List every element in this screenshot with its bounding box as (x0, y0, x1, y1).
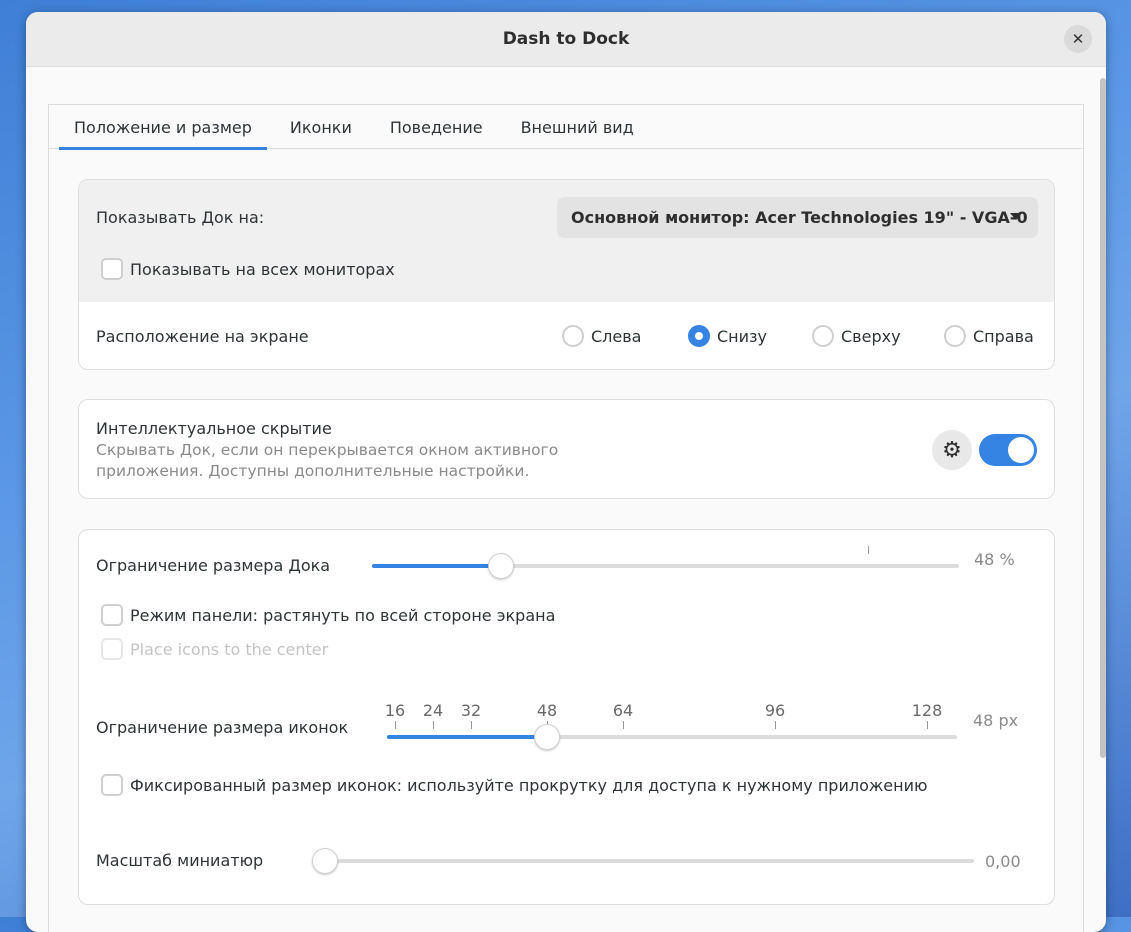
center-icons-checkbox[interactable] (101, 638, 123, 660)
tab-notebook: Положение и размер Иконки Поведение Внеш… (48, 104, 1084, 932)
tab-label: Иконки (289, 117, 352, 137)
preview-scale-label: Масштаб миниатюр (96, 851, 264, 870)
preview-scale-value: 0,00 (985, 852, 1021, 871)
subtitle-line: Скрывать Док, если он перекрывается окно… (96, 441, 559, 459)
center-icons-label[interactable]: Place icons to the center (130, 640, 328, 659)
preview-scale-slider[interactable] (312, 848, 974, 874)
intellihide-toggle[interactable] (979, 434, 1037, 466)
radio-top[interactable] (812, 325, 834, 347)
icon-size-value: 48 px (973, 711, 1019, 730)
close-icon: ✕ (1071, 30, 1085, 48)
gear-icon: ⚙ (942, 437, 962, 463)
tab-label: Положение и размер (74, 117, 252, 137)
icon-size-tick (623, 721, 624, 729)
icon-size-mark-label: 48 (536, 701, 558, 720)
icon-size-fill (387, 735, 547, 739)
monitor-label: Показывать Док на: (96, 208, 265, 227)
icon-size-handle[interactable] (534, 724, 560, 750)
dock-size-value: 48 % (974, 550, 1015, 569)
radio-top-label[interactable]: Сверху (841, 327, 901, 346)
fixed-icon-size-checkbox[interactable] (101, 774, 123, 796)
position-label: Расположение на экране (96, 327, 309, 346)
radio-bottom-label[interactable]: Снизу (717, 327, 767, 346)
monitor-position-card: Показывать Док на: Основной монитор: Ace… (78, 179, 1055, 370)
dock-size-label: Ограничение размера Дока (96, 556, 331, 575)
monitor-dropdown[interactable]: Основной монитор: Acer Technologies 19" … (557, 197, 1038, 238)
icon-size-tick (395, 721, 396, 729)
intellihide-card: Интеллектуальное скрытие Скрывать Док, е… (78, 399, 1055, 499)
tab-appearance[interactable]: Внешний вид (506, 105, 649, 149)
tab-label: Внешний вид (520, 117, 634, 137)
preview-scale-handle[interactable] (312, 848, 338, 874)
fixed-icon-size-label[interactable]: Фиксированный размер иконок: используйте… (130, 776, 927, 795)
dropdown-arrow-icon (1010, 213, 1022, 220)
tab-label: Поведение (389, 117, 483, 137)
icon-size-slider[interactable] (387, 724, 957, 750)
dock-size-slider[interactable] (372, 546, 959, 579)
dock-size-fill (372, 564, 501, 568)
icon-size-tick (471, 721, 472, 729)
icon-size-label: Ограничение размера иконок (96, 718, 349, 737)
panel-mode-checkbox[interactable] (101, 604, 123, 626)
icon-size-mark-label: 24 (422, 701, 444, 720)
radio-left-label[interactable]: Слева (591, 327, 641, 346)
toggle-knob (1008, 437, 1034, 463)
radio-right[interactable] (944, 325, 966, 347)
intellihide-title: Интеллектуальное скрытие (96, 419, 332, 438)
intellihide-subtitle: Скрывать Док, если он перекрывается окно… (96, 440, 558, 482)
icon-size-tick (775, 721, 776, 729)
window-title: Dash to Dock (502, 29, 630, 49)
all-monitors-checkbox[interactable] (101, 258, 123, 280)
tab-position-size[interactable]: Положение и размер (59, 105, 267, 150)
scrollbar[interactable] (1100, 78, 1106, 758)
tab-bar: Положение и размер Иконки Поведение Внеш… (49, 105, 1083, 150)
radio-bottom[interactable] (688, 325, 710, 347)
dock-size-handle[interactable] (488, 553, 514, 579)
slider-tick (868, 546, 869, 554)
intellihide-settings-button[interactable]: ⚙ (932, 430, 972, 470)
icon-size-tick (927, 721, 928, 729)
size-card: Ограничение размера Дока 48 % Режим пане… (78, 529, 1055, 905)
icon-size-mark-label: 64 (612, 701, 634, 720)
icon-size-mark-label: 128 (911, 701, 943, 720)
settings-window: Dash to Dock ✕ Положение и размер Иконки… (26, 12, 1106, 932)
icon-size-mark-label: 16 (384, 701, 406, 720)
radio-right-label[interactable]: Справа (973, 327, 1034, 346)
icon-size-mark-label: 96 (764, 701, 786, 720)
panel-mode-label[interactable]: Режим панели: растянуть по всей стороне … (130, 606, 555, 625)
titlebar[interactable]: Dash to Dock ✕ (26, 12, 1106, 67)
radio-left[interactable] (562, 325, 584, 347)
monitor-dropdown-value: Основной монитор: Acer Technologies 19" … (571, 208, 1028, 227)
all-monitors-label[interactable]: Показывать на всех мониторах (130, 260, 395, 279)
tab-icons[interactable]: Иконки (275, 105, 367, 149)
icon-size-mark-label: 32 (460, 701, 482, 720)
close-button[interactable]: ✕ (1064, 25, 1092, 53)
tab-behavior[interactable]: Поведение (375, 105, 498, 149)
subtitle-line: приложения. Доступны дополнительные наст… (96, 462, 530, 480)
icon-size-tick (433, 721, 434, 729)
